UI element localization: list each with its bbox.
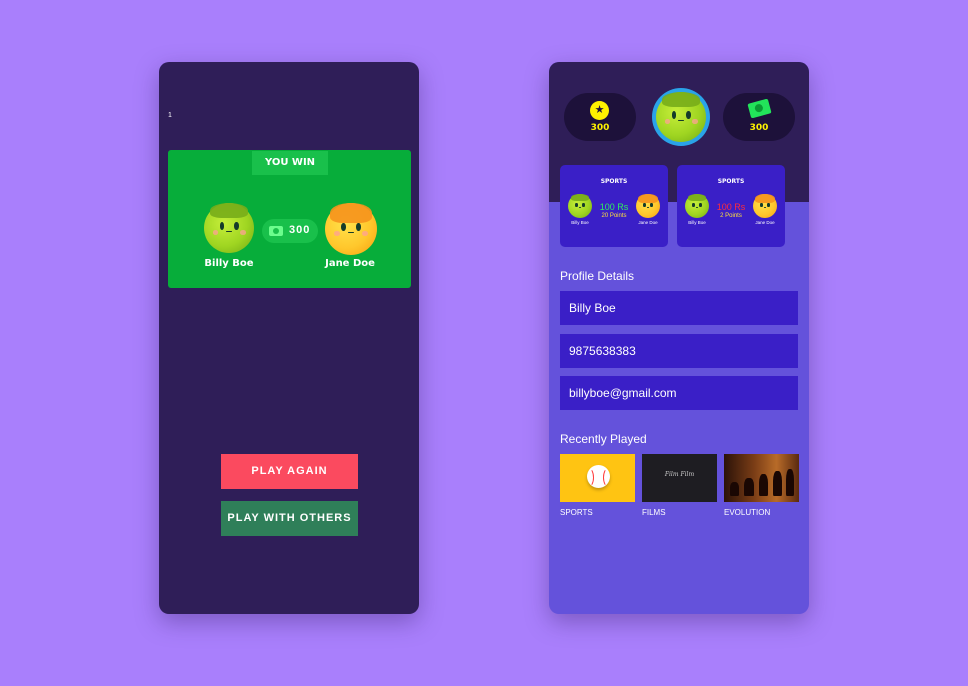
- match-player-left-avatar: [568, 194, 592, 218]
- match-player-left-avatar: [685, 194, 709, 218]
- profile-avatar: [656, 92, 706, 142]
- cash-value: 300: [749, 123, 769, 133]
- match-player-right-name: Jane Doe: [755, 220, 775, 225]
- recent-films-label: FILMS: [642, 508, 666, 517]
- recent-sports-label: SPORTS: [560, 508, 593, 517]
- coins-value: 300: [590, 123, 610, 133]
- match-title: SPORTS: [600, 178, 628, 185]
- player-two-avatar: [325, 203, 377, 255]
- result-badge: YOU WIN: [252, 151, 328, 175]
- player-one-name: Billy Boe: [204, 258, 254, 269]
- profile-screen: ★ 300 300 SPORTS 100 Rs 20 Points Billy …: [549, 62, 809, 614]
- recent-evolution-thumbnail[interactable]: [724, 454, 799, 502]
- match-card[interactable]: SPORTS 100 Rs 20 Points Billy Boe Jane D…: [560, 165, 668, 247]
- stake-amount: 300: [289, 224, 311, 236]
- match-amount: 100 Rs: [716, 202, 746, 212]
- recent-sports-thumbnail[interactable]: [560, 454, 635, 502]
- match-amount: 100 Rs: [599, 202, 629, 212]
- evolution-art: [728, 468, 795, 496]
- name-field[interactable]: [560, 291, 798, 325]
- play-with-others-button[interactable]: PLAY WITH OTHERS: [221, 501, 358, 536]
- film-title-art: Film Film: [664, 471, 695, 478]
- recent-evolution-label: EVOLUTION: [724, 508, 771, 517]
- cash-bills-icon: [747, 98, 772, 119]
- stake-badge: 300: [262, 219, 318, 243]
- cash-icon: [269, 226, 283, 236]
- match-card[interactable]: SPORTS 100 Rs 2 Points Billy Boe Jane Do…: [677, 165, 785, 247]
- recently-played-heading: Recently Played: [560, 432, 647, 446]
- baseball-icon: [587, 465, 610, 488]
- coins-badge[interactable]: ★ 300: [564, 93, 636, 141]
- match-player-right-name: Jane Doe: [638, 220, 658, 225]
- cash-badge[interactable]: 300: [723, 93, 795, 141]
- match-points: 20 Points: [601, 213, 627, 219]
- match-player-right-avatar: [753, 194, 777, 218]
- recent-films-thumbnail[interactable]: Film Film: [642, 454, 717, 502]
- phone-field[interactable]: [560, 334, 798, 368]
- star-coin-icon: ★: [590, 101, 609, 120]
- player-one-avatar: [204, 203, 254, 253]
- profile-avatar-frame[interactable]: [652, 88, 710, 146]
- game-result-screen: 1 YOU WIN Billy Boe 300 Jane Doe PLAY AG…: [159, 62, 419, 614]
- match-title: SPORTS: [717, 178, 745, 185]
- match-player-left-name: Billy Boe: [571, 220, 589, 225]
- profile-details-heading: Profile Details: [560, 269, 635, 283]
- email-field[interactable]: [560, 376, 798, 410]
- status-marker: 1: [168, 112, 172, 119]
- play-again-button[interactable]: PLAY AGAIN: [221, 454, 358, 489]
- match-player-right-avatar: [636, 194, 660, 218]
- match-points: 2 Points: [720, 213, 742, 219]
- result-card: YOU WIN Billy Boe 300 Jane Doe: [168, 150, 411, 288]
- player-two-name: Jane Doe: [325, 258, 375, 269]
- match-player-left-name: Billy Boe: [688, 220, 706, 225]
